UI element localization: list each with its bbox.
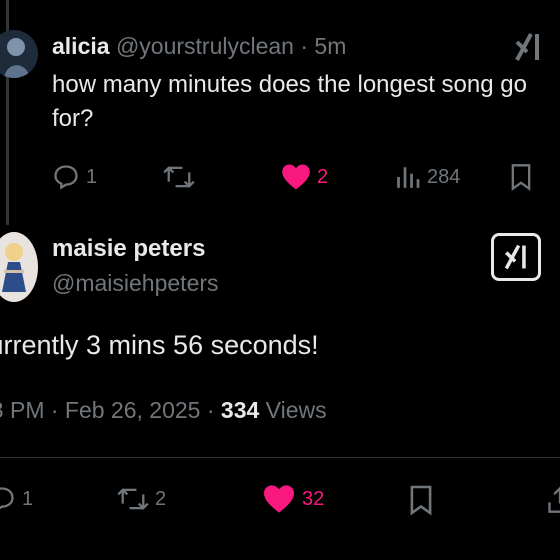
avatar[interactable]: [0, 30, 38, 78]
reply-separator: ·: [300, 33, 309, 59]
analytics-icon: [397, 167, 420, 188]
post-reply-count: 1: [22, 487, 34, 510]
post-display-name[interactable]: maisie peters: [52, 235, 205, 263]
reply-display-name[interactable]: alicia: [52, 33, 110, 59]
divider: [0, 457, 560, 458]
reply-reply-count: 1: [86, 165, 98, 188]
bookmark-icon: [511, 164, 531, 191]
heart-icon: [282, 164, 310, 190]
post-repost-count: 2: [155, 487, 167, 510]
reply-bookmark-button[interactable]: [509, 163, 533, 196]
comment-icon: [0, 487, 14, 510]
repost-icon: [117, 488, 149, 510]
post-meta: 58 PM · Feb 26, 2025 · 334 Views: [0, 397, 327, 424]
post-reply-button[interactable]: 1: [0, 484, 33, 514]
post-text: currently 3 mins 56 seconds!: [0, 330, 319, 360]
reply-views-button[interactable]: 284: [395, 163, 460, 191]
post-handle[interactable]: @maisiehpeters: [52, 270, 219, 297]
post-timestamp[interactable]: 58 PM · Feb 26, 2025 ·: [0, 397, 215, 423]
post-repost-button[interactable]: 2: [117, 484, 166, 514]
comment-icon: [54, 165, 78, 190]
post-views-label: Views: [265, 397, 327, 423]
heart-icon: [264, 485, 294, 513]
post-views-count: 334: [220, 397, 260, 423]
post-share-button[interactable]: [546, 484, 560, 521]
post-like-count: 32: [302, 487, 325, 510]
grok-icon[interactable]: [511, 30, 545, 64]
reply-views-count: 284: [427, 165, 461, 188]
grok-icon: [504, 244, 526, 270]
reply-like-count: 2: [317, 165, 329, 188]
reply-handle[interactable]: @yourstrulyclean: [116, 33, 294, 59]
reply-like-button[interactable]: 2: [281, 163, 328, 191]
reply-repost-button[interactable]: [163, 163, 195, 191]
grok-button[interactable]: [491, 233, 541, 281]
reply-reply-button[interactable]: 1: [52, 163, 97, 191]
post-like-button[interactable]: 32: [262, 484, 324, 514]
bookmark-icon: [410, 485, 432, 516]
post-bookmark-button[interactable]: [408, 484, 434, 521]
reply-time[interactable]: 5m: [314, 33, 346, 59]
share-icon: [548, 486, 560, 513]
repost-icon: [163, 166, 195, 188]
reply-text: how many minutes does the longest song g…: [52, 71, 527, 132]
reply-header: alicia @yourstrulyclean · 5m: [52, 33, 346, 60]
avatar[interactable]: [0, 232, 38, 302]
